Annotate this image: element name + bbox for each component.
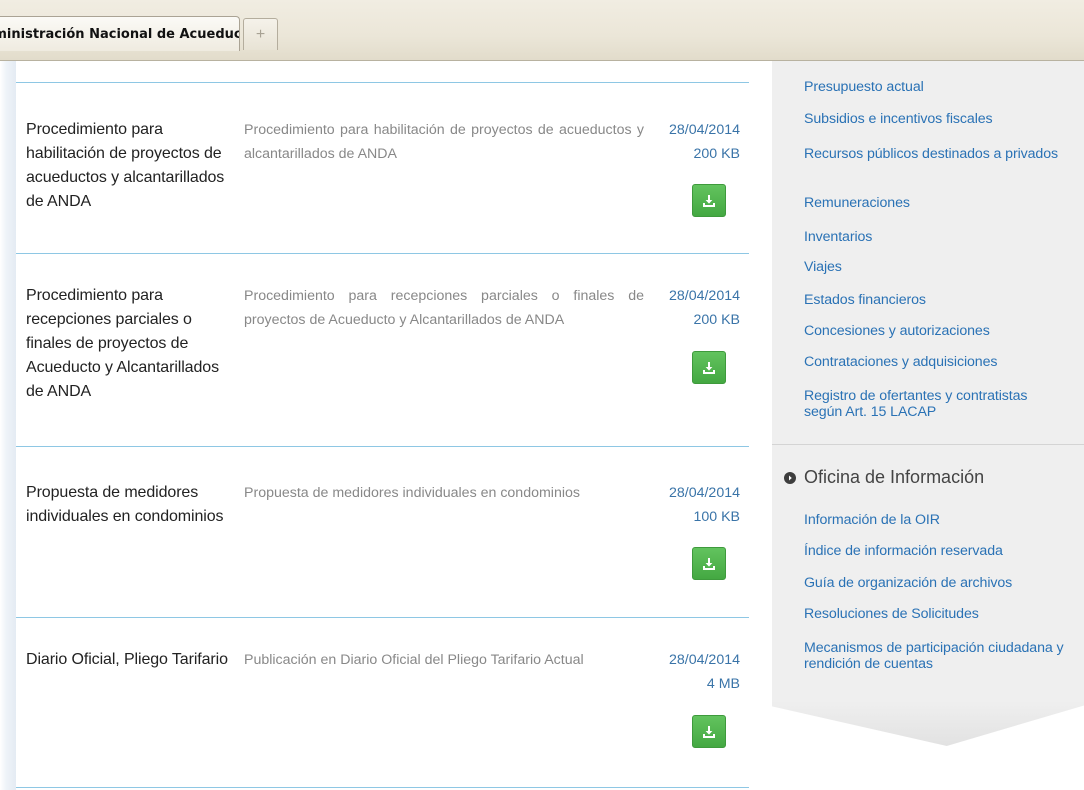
document-size: 200 KB — [693, 146, 740, 162]
sidebar-link-registro-ofertantes[interactable]: Registro de ofertantes y contratistas se… — [804, 388, 1064, 420]
download-icon — [703, 725, 715, 738]
bullet-icon — [784, 472, 796, 484]
sidebar-link-estados-financieros[interactable]: Estados financieros — [804, 292, 1064, 308]
document-date: 28/04/2014 — [668, 485, 740, 501]
document-name: Diario Oficial, Pliego Tarifario — [26, 651, 228, 668]
sidebar-link-concesiones[interactable]: Concesiones y autorizaciones — [804, 323, 1064, 339]
browser-tab-strip: Administración Nacional de Acueduc... + — [0, 0, 1084, 61]
sidebar-link-informacion-oir[interactable]: Información de la OIR — [804, 512, 1064, 528]
document-size: 4 MB — [706, 676, 740, 692]
document-description: Publicación en Diario Oficial del Pliego… — [244, 652, 584, 668]
plus-icon: + — [255, 25, 266, 43]
download-button[interactable] — [692, 547, 726, 580]
sidebar-link-presupuesto[interactable]: Presupuesto actual — [804, 79, 1064, 95]
download-button[interactable] — [692, 351, 726, 384]
document-name: Propuesta de medidores individuales en c… — [26, 484, 224, 525]
document-name: Procedimiento para recepciones parciales… — [26, 287, 219, 400]
row-divider — [16, 617, 749, 618]
document-description: Propuesta de medidores individuales en c… — [244, 485, 580, 501]
sidebar-link-recursos-publicos[interactable]: Recursos públicos destinados a privados — [804, 146, 1064, 162]
download-button[interactable] — [692, 715, 726, 748]
document-date: 28/04/2014 — [668, 122, 740, 138]
row-divider — [16, 82, 749, 83]
document-description: Procedimiento para habilitación de proye… — [244, 122, 644, 162]
browser-tab-active[interactable]: Administración Nacional de Acueduc... — [0, 16, 240, 51]
download-icon — [703, 194, 715, 207]
sidebar-link-viajes[interactable]: Viajes — [804, 259, 1064, 275]
documents-table: Procedimiento para habilitación de proye… — [16, 61, 750, 790]
document-size: 100 KB — [693, 509, 740, 525]
sidebar-link-inventarios[interactable]: Inventarios — [804, 229, 1064, 245]
sidebar-link-subsidios[interactable]: Subsidios e incentivos fiscales — [804, 111, 1064, 127]
document-date: 28/04/2014 — [668, 288, 740, 304]
sidebar-divider — [772, 444, 1084, 445]
left-decorative-stripe — [0, 61, 16, 790]
sidebar-section-title: Oficina de Información — [804, 467, 985, 487]
browser-tab-title: Administración Nacional de Acueduc... — [0, 26, 240, 42]
row-divider — [16, 253, 749, 254]
download-icon — [703, 557, 715, 570]
sidebar-link-indice-reservada[interactable]: Índice de información reservada — [804, 543, 1064, 559]
row-divider — [16, 787, 749, 788]
sidebar-arrow-shape — [772, 701, 1084, 746]
document-description: Procedimiento para recepciones parciales… — [244, 288, 644, 328]
sidebar-link-guia-archivos[interactable]: Guía de organización de archivos — [804, 575, 1064, 591]
document-size: 200 KB — [693, 312, 740, 328]
row-divider — [16, 446, 749, 447]
download-button[interactable] — [692, 184, 726, 217]
chevron-right-icon — [789, 475, 792, 481]
sidebar-link-resoluciones[interactable]: Resoluciones de Solicitudes — [804, 606, 1064, 622]
sidebar-link-remuneraciones[interactable]: Remuneraciones — [804, 195, 1064, 211]
sidebar-link-contrataciones[interactable]: Contrataciones y adquisiciones — [804, 354, 1064, 370]
download-icon — [703, 361, 715, 374]
sidebar-link-mecanismos-participacion[interactable]: Mecanismos de participación ciudadana y … — [804, 640, 1064, 672]
document-name: Procedimiento para habilitación de proye… — [26, 121, 225, 210]
document-date: 28/04/2014 — [668, 652, 740, 668]
new-tab-button[interactable]: + — [243, 18, 278, 50]
